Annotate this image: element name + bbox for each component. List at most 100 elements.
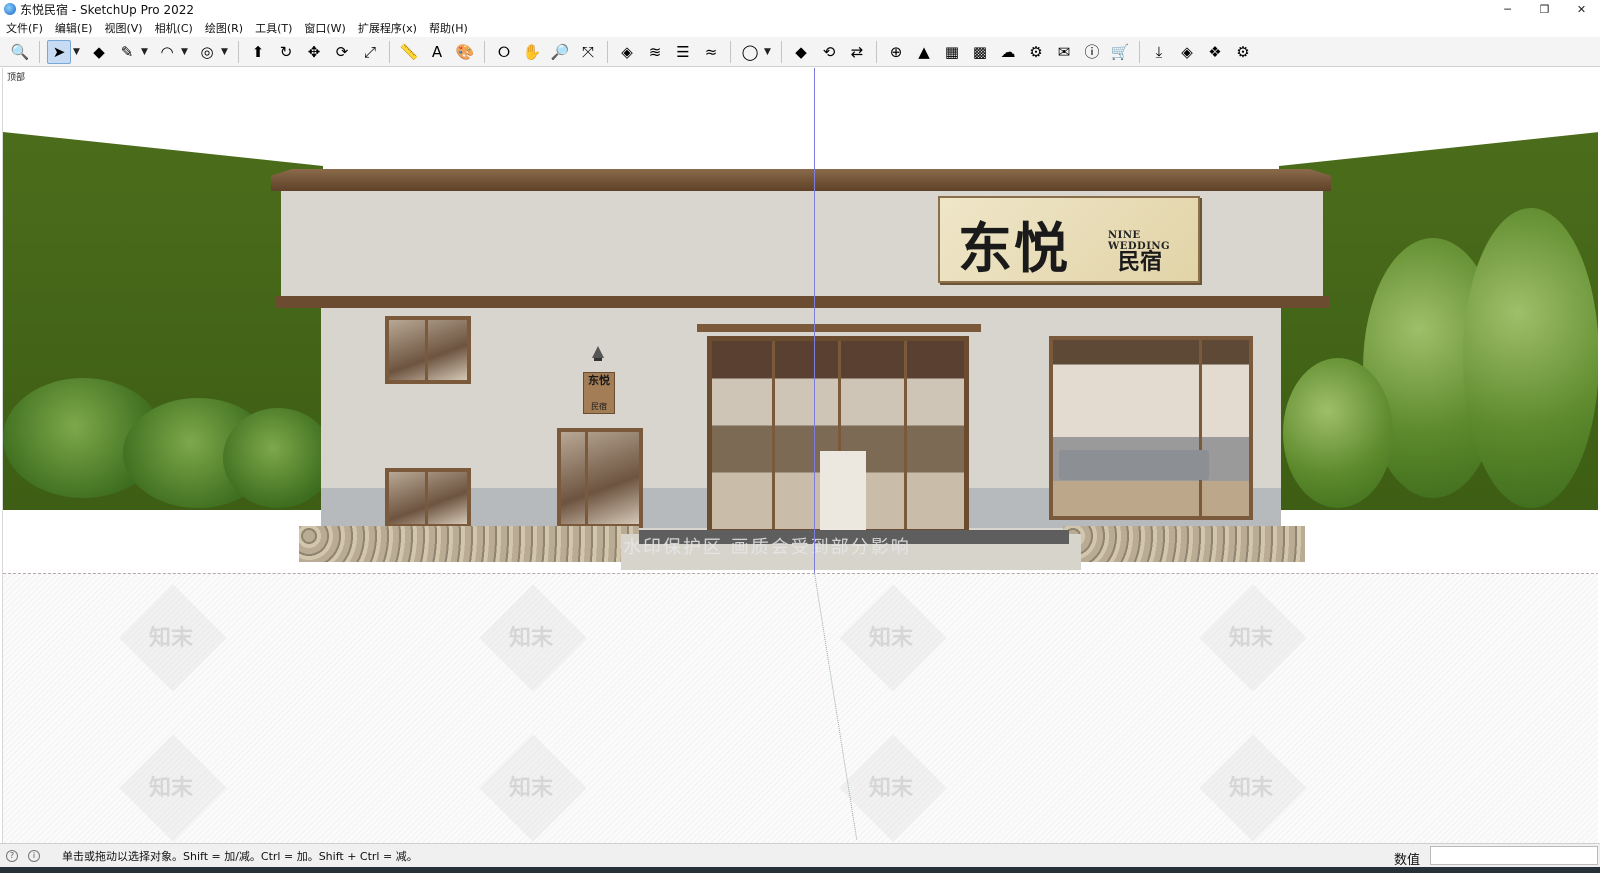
blue-axis-line (814, 68, 815, 573)
dropdown-arrow-icon[interactable]: ▼ (141, 47, 151, 57)
info-icon[interactable]: ⓘ (1080, 40, 1104, 64)
checker-icon[interactable]: ▩ (968, 40, 992, 64)
eraser-icon[interactable]: ◆ (87, 40, 111, 64)
door-mullion (772, 341, 775, 529)
offset-icon[interactable]: ◎ (195, 40, 219, 64)
scene-label: 顶部 (7, 73, 26, 83)
tree-right-3 (1283, 358, 1393, 508)
entrance-glass-door (707, 336, 969, 534)
scale-icon[interactable]: ⤢ (358, 40, 382, 64)
model-viewport[interactable]: 顶部 知末 知末 知末 知末 知末 知末 知末 知末 东悦 NINE WEDDI… (2, 68, 1598, 843)
wall-lamp-icon (592, 346, 604, 361)
follow-me-icon[interactable]: ↻ (274, 40, 298, 64)
tree-right-2 (1463, 208, 1598, 508)
status-bar: ? i 单击或拖动以选择对象。Shift = 加/减。Ctrl = 加。Shif… (0, 843, 1600, 868)
mail-icon[interactable]: ✉ (1052, 40, 1076, 64)
measurements-label: 数值 (1394, 853, 1421, 868)
toolbar-separator (389, 40, 390, 63)
window-title: 东悦民宿 - SketchUp Pro 2022 (20, 2, 194, 17)
restore-button[interactable]: ❐ (1526, 0, 1563, 18)
orbit-icon[interactable]: ⭘ (492, 40, 516, 64)
tape-measure-icon[interactable]: 📏 (397, 40, 421, 64)
menu-bar: 文件(F) 编辑(E) 视图(V) 相机(C) 绘图(R) 工具(T) 窗口(W… (0, 18, 1600, 37)
door-mullion (904, 341, 907, 529)
layers-icon[interactable]: ☰ (671, 40, 695, 64)
refresh-icon[interactable]: ⟲ (817, 40, 841, 64)
horizon-line (3, 573, 1598, 574)
shop-signboard: 东悦 NINE WEDDING 民宿 (938, 196, 1200, 283)
menu-help[interactable]: 帮助(H) (429, 20, 468, 36)
settings-icon[interactable]: ⚙ (1024, 40, 1048, 64)
text-icon[interactable]: A (425, 40, 449, 64)
push-pull-icon[interactable]: ⬆ (246, 40, 270, 64)
sandbox-icon[interactable]: ≈ (699, 40, 723, 64)
watermark-text: 知末 (509, 626, 554, 651)
watermark-text: 知末 (1229, 776, 1274, 801)
door-interior-view (820, 451, 866, 533)
plugin-b-icon[interactable]: ◈ (1175, 40, 1199, 64)
warehouse-icon[interactable]: ◈ (615, 40, 639, 64)
account-icon[interactable]: ◯ (738, 40, 762, 64)
status-hint: 单击或拖动以选择对象。Shift = 加/减。Ctrl = 加。Shift + … (62, 849, 418, 863)
menu-view[interactable]: 视图(V) (104, 20, 142, 36)
menu-edit[interactable]: 编辑(E) (55, 20, 93, 36)
pencil-icon[interactable]: ✎ (115, 40, 139, 64)
move-icon[interactable]: ✥ (302, 40, 326, 64)
toolbar-separator (484, 40, 485, 63)
zoom-icon[interactable]: 🔎 (548, 40, 572, 64)
instructor-icon[interactable]: i (28, 849, 40, 862)
download-icon[interactable]: ⤓ (1147, 40, 1171, 64)
window-controls: ─ ❐ ✕ (1489, 0, 1600, 18)
toolbar-separator (39, 40, 40, 63)
upper-left-window (385, 316, 471, 384)
watermark-text: 知末 (149, 626, 194, 651)
window-mullion (425, 320, 428, 380)
toolbar-separator (1139, 40, 1140, 63)
zoom-window-icon[interactable]: 🔍 (8, 40, 32, 64)
select-icon[interactable]: ➤ (47, 39, 71, 64)
measurements-input[interactable] (1430, 846, 1598, 865)
interior-sofa (1059, 450, 1209, 480)
bush-left-3 (223, 408, 333, 508)
menu-draw[interactable]: 绘图(R) (205, 20, 243, 36)
menu-camera[interactable]: 相机(C) (155, 20, 193, 36)
extension-icon[interactable]: ≋ (643, 40, 667, 64)
chart-icon[interactable]: ▦ (940, 40, 964, 64)
menu-extensions[interactable]: 扩展程序(x) (358, 20, 417, 36)
main-toolbar: 🔍 ➤ ▼ ◆ ✎ ▼ ◠ ▼ ◎ ▼ ⬆ ↻ ✥ ⟳ ⤢ 📏 A 🎨 ⭘ ✋ 🔎 ⤧ ◈ ≋ ☰ ≈ ◯ ▼ ◆ ⟲ ⇄ ⊕ ▲ ▦ ▩ ☁ ⚙ ✉ ⓘ 🛒… (0, 37, 1600, 67)
transfer-icon[interactable]: ⇄ (845, 40, 869, 64)
door-lintel (697, 324, 981, 332)
dropdown-arrow-icon[interactable]: ▼ (221, 47, 231, 57)
toolbar-separator (607, 40, 608, 63)
dropdown-arrow-icon[interactable]: ▼ (181, 47, 191, 57)
gear-icon[interactable]: ⚙ (1231, 40, 1255, 64)
arc-icon[interactable]: ◠ (155, 40, 179, 64)
window-mullion (585, 432, 588, 524)
paint-bucket-icon[interactable]: 🎨 (453, 40, 477, 64)
pan-icon[interactable]: ✋ (520, 40, 544, 64)
ground-plane (3, 573, 1598, 843)
plugin-a-icon[interactable]: ◆ (789, 40, 813, 64)
rotate-icon[interactable]: ⟳ (330, 40, 354, 64)
menu-tools[interactable]: 工具(T) (255, 20, 292, 36)
taskbar-edge (0, 867, 1600, 873)
geo-location-icon[interactable]: ? (6, 849, 18, 862)
cart-icon[interactable]: 🛒 (1108, 40, 1132, 64)
sign-main-text: 东悦 (958, 216, 1070, 280)
lower-left-window (385, 468, 471, 528)
menu-file[interactable]: 文件(F) (6, 20, 43, 36)
tree-icon[interactable]: ▲ (912, 40, 936, 64)
plugin-c-icon[interactable]: ❖ (1203, 40, 1227, 64)
menu-window[interactable]: 窗口(W) (304, 20, 345, 36)
stone-base-left (299, 526, 639, 562)
close-button[interactable]: ✕ (1563, 0, 1600, 18)
dropdown-arrow-icon[interactable]: ▼ (73, 47, 83, 57)
minimize-button[interactable]: ─ (1489, 0, 1526, 18)
watermark-text: 知末 (149, 776, 194, 801)
toolbar-separator (781, 40, 782, 63)
dropdown-arrow-icon[interactable]: ▼ (764, 47, 774, 57)
cloud-upload-icon[interactable]: ☁ (996, 40, 1020, 64)
add-icon[interactable]: ⊕ (884, 40, 908, 64)
sketchup-logo-icon (4, 3, 16, 15)
zoom-extents-icon[interactable]: ⤧ (576, 40, 600, 64)
